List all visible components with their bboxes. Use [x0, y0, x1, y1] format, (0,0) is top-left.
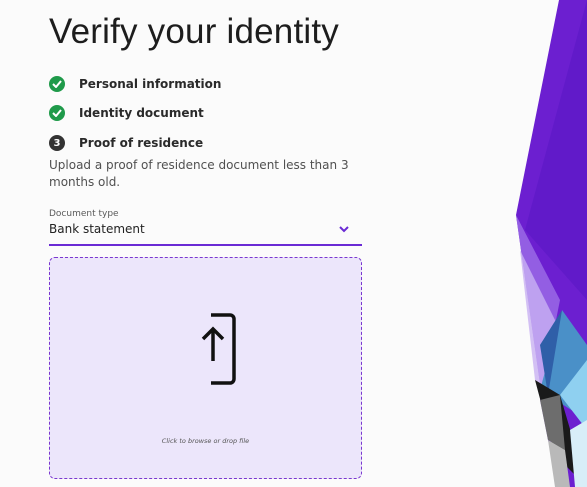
step-identity-document: Identity document: [49, 104, 204, 122]
step-description: Upload a proof of residence document les…: [49, 158, 349, 189]
upload-hint: Click to browse or drop file: [161, 437, 250, 445]
step-personal-information: Personal information: [49, 75, 221, 93]
chevron-down-icon: [338, 219, 350, 233]
step-label: Identity document: [79, 106, 204, 120]
upload-phone-icon: [191, 309, 237, 387]
document-type-label: Document type: [49, 209, 119, 219]
step-label: Personal information: [79, 77, 222, 91]
document-type-value: Bank statement: [49, 222, 145, 236]
check-icon: [49, 105, 65, 121]
check-icon: [49, 76, 65, 92]
step-number-badge: 3: [49, 135, 65, 151]
document-type-select[interactable]: Bank statement: [49, 219, 362, 246]
page-title: Verify your identity: [49, 12, 339, 51]
step-proof-of-residence: 3 Proof of residence: [49, 134, 203, 152]
file-upload-dropzone[interactable]: Click to browse or drop file: [49, 257, 362, 479]
step-label: Proof of residence: [79, 136, 204, 150]
